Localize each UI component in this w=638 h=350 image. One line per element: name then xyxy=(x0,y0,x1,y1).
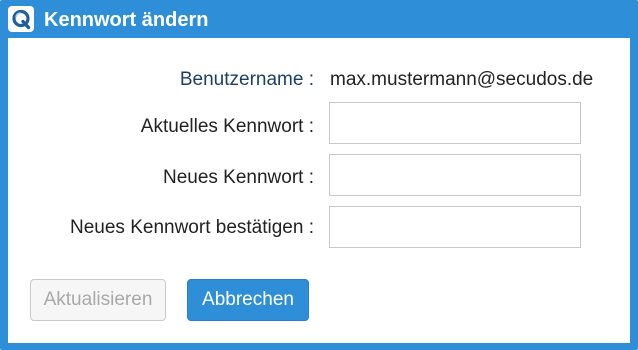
confirm-password-label: Neues Kennwort bestätigen : xyxy=(70,217,314,238)
title-bar: Kennwort ändern xyxy=(0,0,638,38)
update-button[interactable]: Aktualisieren xyxy=(30,279,166,321)
app-q-icon xyxy=(8,6,34,32)
dialog-title: Kennwort ändern xyxy=(44,9,209,31)
cancel-button[interactable]: Abbrechen xyxy=(187,279,309,321)
confirm-password-field[interactable] xyxy=(329,206,581,248)
new-password-label: Neues Kennwort : xyxy=(162,167,314,188)
current-password-label: Aktuelles Kennwort : xyxy=(140,116,314,137)
change-password-dialog: Kennwort ändern Benutzername : max.muste… xyxy=(0,0,638,350)
current-password-field[interactable] xyxy=(329,102,581,144)
new-password-field[interactable] xyxy=(329,154,581,196)
dialog-body: Benutzername : max.mustermann@secudos.de… xyxy=(8,38,630,343)
username-label: Benutzername : xyxy=(179,69,314,90)
username-value: max.mustermann@secudos.de xyxy=(330,69,594,90)
